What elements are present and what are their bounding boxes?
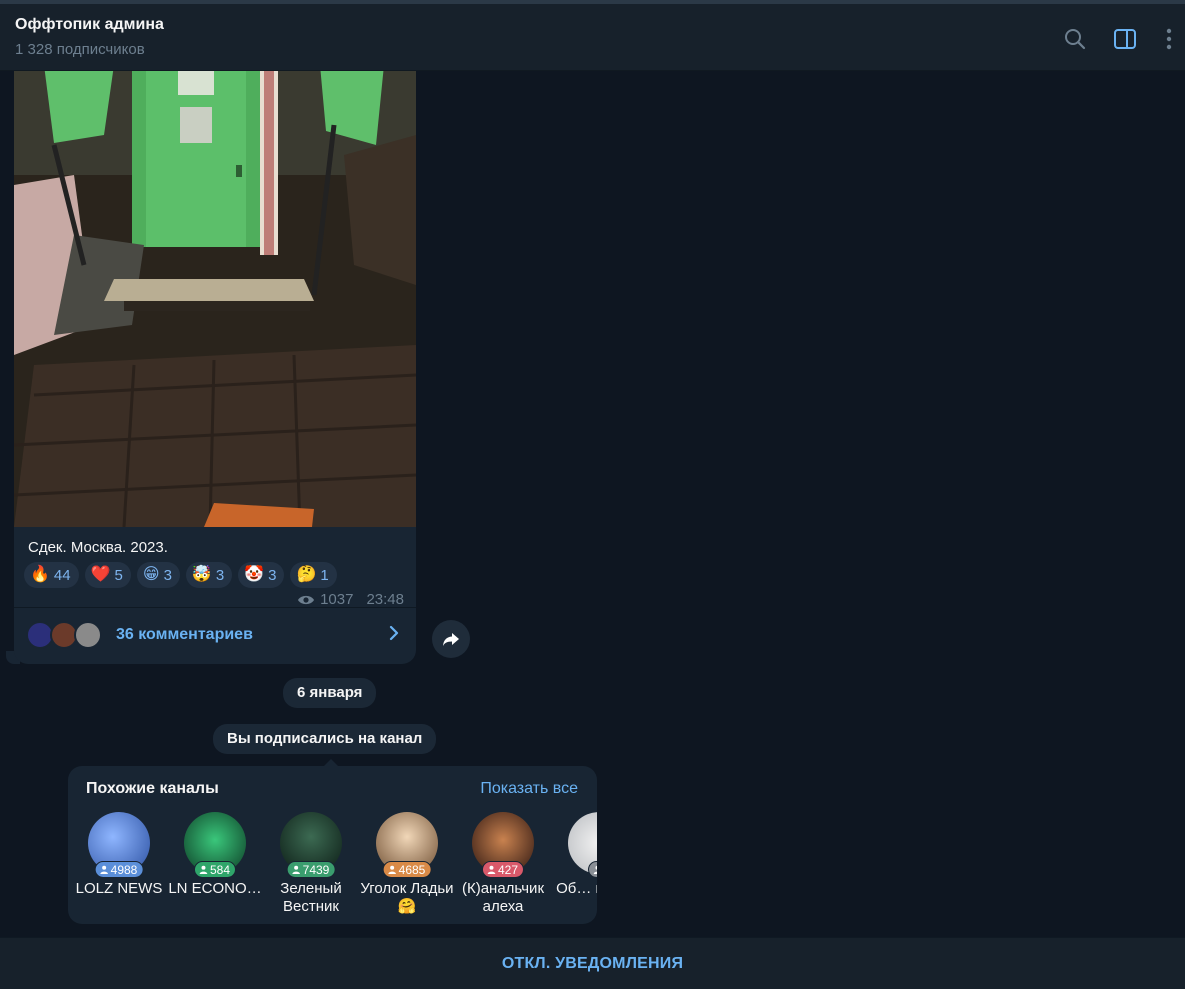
more-vertical-icon[interactable] [1156, 26, 1182, 52]
channel-name: LOLZ NEWS [75, 880, 163, 897]
channel-name: Зеленый Вестник [280, 880, 342, 915]
reaction-fire[interactable]: 🔥 44 [24, 562, 79, 588]
comments-button[interactable]: 36 комментариев [14, 607, 416, 658]
subscriber-badge: 427 [481, 861, 525, 878]
reaction-count: 3 [163, 566, 172, 584]
mute-bar: ОТКЛ. УВЕДОМЛЕНИЯ [0, 937, 1185, 989]
chat-header[interactable]: Оффтопик админа 1 328 подписчиков [0, 4, 1185, 71]
subscriber-badge [588, 861, 597, 878]
reaction-mind-blown[interactable]: 🤯 3 [185, 562, 233, 588]
share-icon [443, 633, 459, 646]
reaction-grin[interactable]: 😁 3 [136, 562, 180, 588]
person-icon [487, 865, 496, 874]
avatar [74, 621, 102, 649]
subscriber-badge: 4988 [94, 861, 144, 878]
view-count: 1037 [320, 591, 354, 608]
similar-channel-item[interactable]: 584 LN ECONO… [167, 810, 263, 920]
person-icon [593, 865, 597, 874]
subscriber-count: 427 [497, 862, 519, 877]
reactions-row: 🔥 44 ❤️ 5 😁 3 🤯 3 🤡 3 🤔 1 [24, 562, 337, 588]
similar-channel-item[interactable]: Об… крип… [551, 810, 597, 920]
subscriber-count: 584 [209, 862, 231, 877]
fire-emoji-icon: 🔥 [30, 566, 50, 583]
show-all-link[interactable]: Показать все [480, 780, 578, 798]
subscriber-badge: 584 [193, 861, 237, 878]
similar-channels-title: Похожие каналы [86, 780, 219, 797]
mind-blown-emoji-icon: 🤯 [191, 566, 212, 583]
channel-name: LN ECONO… [168, 880, 262, 897]
post-caption: Сдек. Москва. 2023. [28, 539, 168, 556]
person-icon [292, 865, 300, 874]
heart-emoji-icon: ❤️ [90, 566, 111, 583]
sidebar-toggle-icon[interactable] [1112, 26, 1138, 52]
search-icon[interactable] [1062, 26, 1088, 52]
reaction-count: 5 [114, 566, 123, 584]
share-button[interactable] [432, 620, 470, 658]
reaction-thinking[interactable]: 🤔 1 [290, 562, 337, 588]
comments-label: 36 комментариев [116, 626, 253, 643]
similar-channels-card: Похожие каналы Показать все 4988 LOLZ NE… [68, 766, 597, 924]
channel-post[interactable]: Сдек. Москва. 2023. 🔥 44 ❤️ 5 😁 3 🤯 3 🤡 3 🤔 1 … [14, 71, 416, 664]
person-icon [199, 865, 208, 874]
thinking-emoji-icon: 🤔 [296, 566, 317, 583]
mute-notifications-button[interactable]: ОТКЛ. УВЕДОМЛЕНИЯ [502, 955, 683, 973]
reaction-count: 3 [268, 566, 277, 584]
chevron-right-icon [389, 625, 399, 641]
channel-name: Уголок Ладьи🤗 [360, 880, 454, 915]
similar-channel-item[interactable]: 4988 LOLZ NEWS [71, 810, 167, 920]
subscriber-count: 7439 [302, 862, 330, 877]
date-separator: 6 января [283, 678, 377, 708]
commenter-avatars [26, 621, 106, 651]
similar-channel-item[interactable]: 4685 Уголок Ладьи🤗 [359, 810, 455, 920]
subscriber-count: 4685 [398, 862, 426, 877]
channel-title[interactable]: Оффтопик админа [15, 16, 164, 34]
eye-icon [298, 595, 315, 604]
clown-emoji-icon: 🤡 [244, 566, 265, 583]
channel-name: Об… крип… [556, 880, 597, 897]
similar-channel-item[interactable]: 7439 Зеленый Вестник [263, 810, 359, 920]
subscriber-badge: 4685 [382, 861, 432, 878]
reaction-clown[interactable]: 🤡 3 [238, 562, 285, 588]
reaction-count: 44 [53, 566, 71, 584]
subscriber-count: 4988 [110, 862, 138, 877]
subscribed-notice: Вы подписались на канал [213, 724, 437, 754]
reaction-heart[interactable]: ❤️ 5 [84, 562, 131, 588]
subscriber-count: 1 328 подписчиков [15, 41, 145, 58]
post-meta: 1037 23:48 [297, 591, 404, 608]
similar-channel-item[interactable]: 427 (К)анальчик алеха [455, 810, 551, 920]
reaction-count: 1 [320, 566, 329, 584]
post-photo[interactable] [14, 71, 416, 527]
message-list[interactable]: Сдек. Москва. 2023. 🔥 44 ❤️ 5 😁 3 🤯 3 🤡 3 🤔 1 … [0, 71, 1185, 937]
reaction-count: 3 [215, 566, 225, 584]
similar-channels-list: 4988 LOLZ NEWS 584 LN ECONO… 7439 Зелены… [68, 810, 597, 920]
person-icon [100, 865, 108, 874]
subscriber-badge: 7439 [286, 861, 336, 878]
channel-name: (К)анальчик алеха [461, 880, 545, 915]
person-icon [388, 865, 396, 874]
post-time: 23:48 [366, 591, 404, 608]
grin-emoji-icon: 😁 [142, 566, 160, 583]
